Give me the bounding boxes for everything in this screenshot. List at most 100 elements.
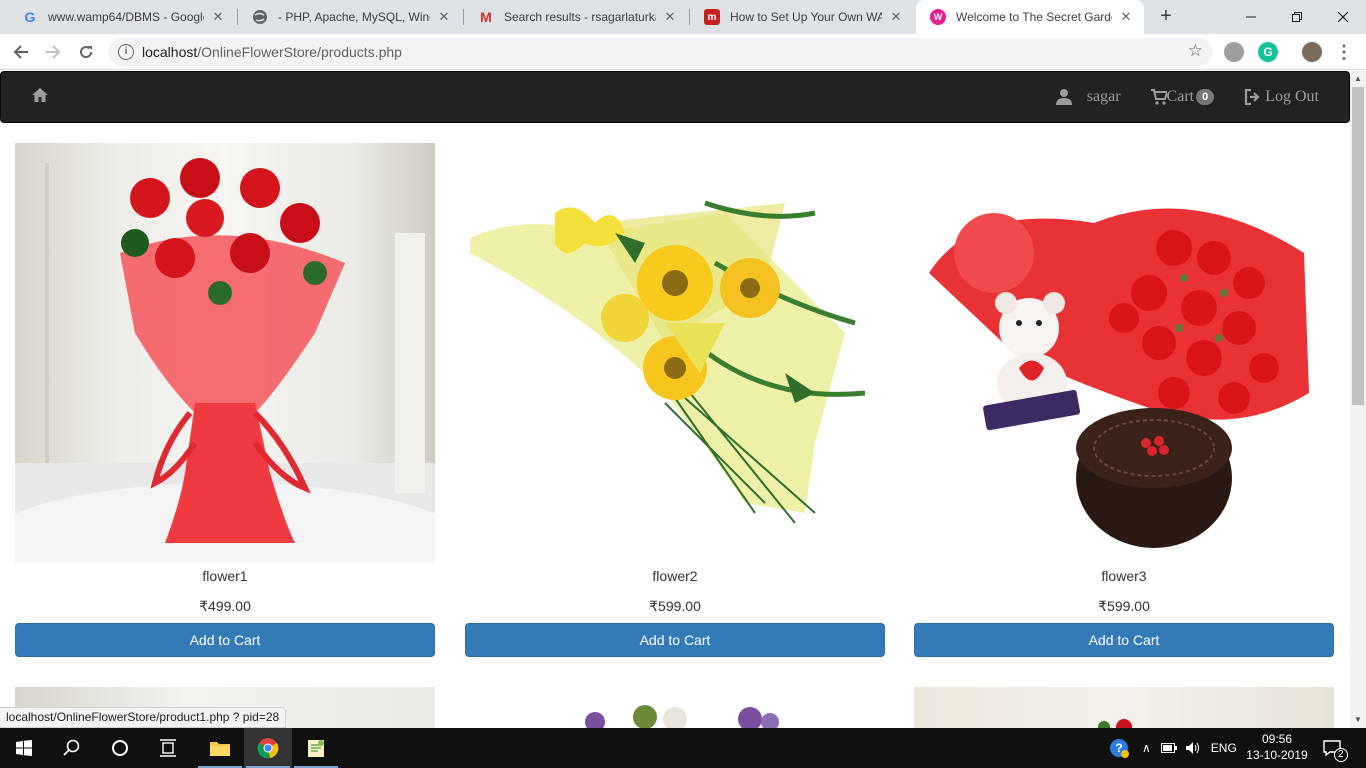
product-image-red-rose-bouquet[interactable] (15, 143, 435, 563)
close-tab-icon[interactable]: ✕ (210, 9, 226, 25)
cart-label: Cart (1166, 88, 1195, 105)
close-tab-icon[interactable]: ✕ (888, 9, 904, 25)
minimize-icon (1246, 16, 1256, 18)
product-price: ₹499.00 (199, 598, 251, 614)
close-window-button[interactable] (1320, 0, 1366, 34)
search-button[interactable] (48, 728, 96, 768)
start-button[interactable] (0, 728, 48, 768)
battery-icon[interactable] (1160, 742, 1177, 754)
task-view-button[interactable] (144, 728, 192, 768)
product-name[interactable]: flower2 (465, 566, 885, 586)
search-icon (63, 739, 80, 756)
forward-arrow-icon (46, 45, 61, 59)
close-icon (1338, 12, 1348, 22)
notification-count-badge: 2 (1334, 748, 1348, 762)
extension-globe-icon[interactable] (1224, 42, 1244, 62)
url-path: /OnlineFlowerStore/products.php (197, 44, 402, 60)
cart-count-badge: 0 (1196, 89, 1215, 105)
help-icon[interactable]: ? (1108, 737, 1130, 759)
user-menu[interactable]: sagar (1055, 88, 1121, 106)
add-to-cart-button[interactable]: Add to Cart (15, 623, 435, 657)
reload-icon (80, 46, 93, 59)
back-arrow-icon (13, 45, 28, 59)
browser-tab-3[interactable]: M Search results - rsagarlaturkar0 ✕ (464, 0, 688, 34)
tab-title: How to Set Up Your Own WAM (730, 10, 882, 24)
product-price: ₹599.00 (1098, 598, 1150, 614)
logout-icon (1245, 89, 1260, 105)
notepad-plus-icon (308, 740, 324, 757)
cart-link[interactable]: Cart 0 (1150, 88, 1215, 106)
product-card: flower2 ₹599.00 Add to Cart (465, 143, 885, 657)
chrome-menu-icon[interactable]: ⋮ (1332, 40, 1356, 64)
clock[interactable]: 09:56 13-10-2019 (1246, 731, 1308, 763)
shopping-cart-icon (1150, 89, 1167, 105)
url-text[interactable]: localhost/OnlineFlowerStore/products.php (142, 44, 402, 60)
close-tab-icon[interactable]: ✕ (436, 9, 452, 25)
logout-label: Log Out (1265, 88, 1319, 105)
wamp-icon: W (930, 9, 946, 25)
product-card: flower3 ₹599.00 Add to Cart (914, 143, 1334, 657)
product-image-roses-teddy-cake-combo[interactable] (914, 143, 1334, 563)
volume-icon[interactable] (1185, 741, 1201, 755)
site-info-icon[interactable]: i (118, 44, 134, 60)
grammarly-extension-icon[interactable]: G (1258, 42, 1278, 62)
close-tab-icon[interactable]: ✕ (662, 9, 678, 25)
chrome-icon (257, 738, 279, 759)
forward-button[interactable] (41, 40, 65, 64)
add-to-cart-button[interactable]: Add to Cart (914, 623, 1334, 657)
chevron-up-icon[interactable]: ∧ (1142, 741, 1151, 755)
minimize-button[interactable] (1228, 0, 1274, 34)
browser-tab-strip: G www.wamp64/DBMS - Google ✕ - PHP, Apac… (0, 0, 1366, 34)
chrome-taskbar-button[interactable] (244, 728, 292, 768)
browser-tab-4[interactable]: m How to Set Up Your Own WAM ✕ (690, 0, 914, 34)
browser-tab-2[interactable]: - PHP, Apache, MySQL, Windo ✕ (238, 0, 462, 34)
page-scrollbar[interactable]: ▲ ▼ (1350, 71, 1366, 728)
file-explorer-button[interactable] (196, 728, 244, 768)
system-tray: ? ∧ ENG (1108, 728, 1237, 768)
task-view-icon (160, 739, 176, 757)
browser-tab-5-active[interactable]: W Welcome to The Secret Garden ✕ (916, 0, 1144, 34)
add-to-cart-button[interactable]: Add to Cart (465, 623, 885, 657)
folder-icon (210, 742, 230, 756)
back-button[interactable] (9, 40, 33, 64)
new-tab-button[interactable]: + (1154, 5, 1178, 29)
action-center-button[interactable]: 2 (1322, 728, 1348, 768)
tab-title: Welcome to The Secret Garden (956, 10, 1112, 24)
bookmark-star-icon[interactable]: ☆ (1188, 41, 1203, 61)
input-language[interactable]: ENG (1211, 741, 1237, 755)
tab-title: Search results - rsagarlaturkar0 (504, 10, 656, 24)
notepad-plus-button[interactable] (292, 728, 340, 768)
omnibox[interactable]: i localhost/OnlineFlowerStore/products.p… (108, 38, 1213, 66)
product-card: flower1 ₹499.00 Add to Cart (15, 143, 435, 657)
home-icon[interactable] (31, 86, 51, 106)
globe-icon (252, 9, 268, 25)
product-image-row2-3[interactable] (914, 687, 1334, 728)
navbar-right: sagar Cart 0 Log Out (1025, 72, 1319, 122)
product-price: ₹599.00 (649, 598, 701, 614)
gmail-icon: M (480, 9, 492, 25)
product-name[interactable]: flower1 (15, 566, 435, 586)
username-label: sagar (1086, 88, 1121, 105)
tab-title: - PHP, Apache, MySQL, Windo (278, 10, 430, 24)
windows-logo-icon (16, 740, 32, 756)
tab-title: www.wamp64/DBMS - Google (48, 10, 204, 24)
product-image-yellow-flower-bouquet[interactable] (465, 143, 885, 563)
product-name[interactable]: flower3 (914, 566, 1334, 586)
profile-avatar[interactable] (1302, 42, 1322, 62)
user-icon (1055, 89, 1072, 105)
browser-tab-1[interactable]: G www.wamp64/DBMS - Google ✕ (8, 0, 236, 34)
cortana-circle-icon (112, 740, 128, 756)
clock-date: 13-10-2019 (1246, 748, 1308, 762)
close-tab-icon[interactable]: ✕ (1118, 9, 1134, 25)
reload-button[interactable] (74, 40, 98, 64)
link-status-bubble: localhost/OnlineFlowerStore/product1.php… (0, 707, 287, 728)
windows-taskbar: ? ∧ ENG 09:56 13-10-2019 2 (0, 728, 1366, 768)
scroll-up-arrow-icon[interactable]: ▲ (1350, 71, 1366, 87)
product-image-row2-2[interactable] (465, 687, 885, 728)
logout-link[interactable]: Log Out (1244, 88, 1319, 106)
restore-button[interactable] (1274, 0, 1320, 34)
scroll-down-arrow-icon[interactable]: ▼ (1350, 712, 1366, 728)
cortana-button[interactable] (96, 728, 144, 768)
clock-time: 09:56 (1261, 732, 1293, 746)
scrollbar-thumb[interactable] (1352, 87, 1364, 405)
